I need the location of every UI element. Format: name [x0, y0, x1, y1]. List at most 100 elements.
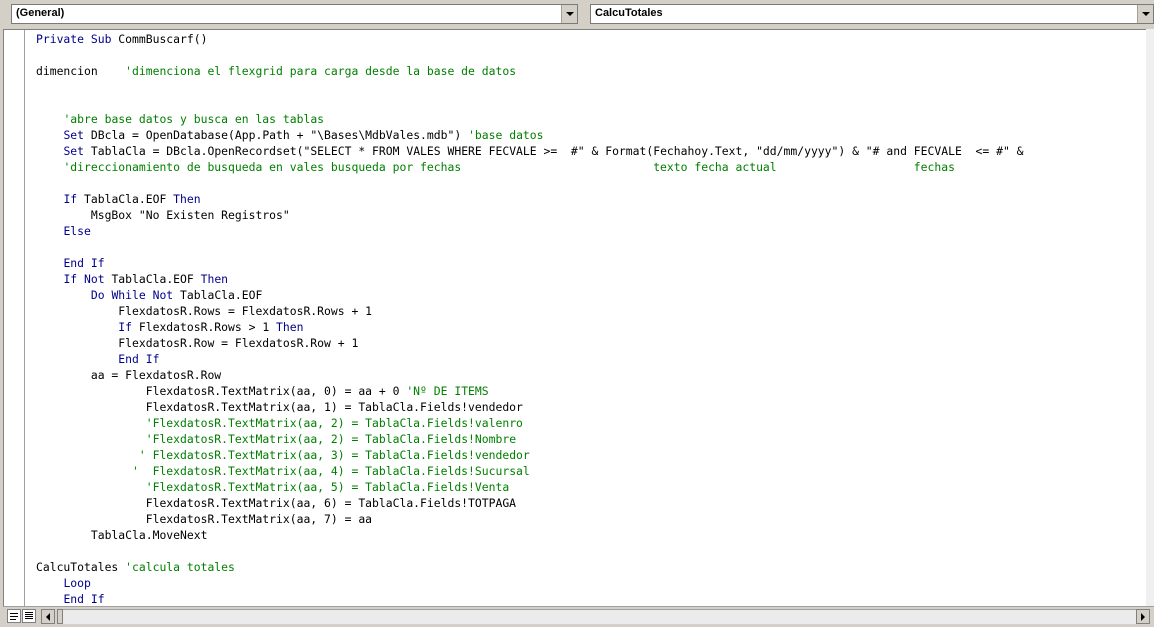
code-keyword: If — [63, 192, 85, 206]
code-comment: 'abre base datos y busca en las tablas — [63, 112, 325, 126]
object-combo[interactable]: (General) — [11, 4, 578, 24]
code-editor[interactable]: Private Sub CommBuscarf() dimencion 'dim… — [3, 29, 1154, 606]
code-line[interactable]: aa = FlexdatosR.Row — [36, 367, 1154, 383]
code-text: TablaCla.MoveNext — [36, 528, 208, 542]
code-keyword: Then — [276, 320, 304, 334]
procedure-combo-value: CalcuTotales — [595, 7, 663, 19]
code-text: FlexdatosR.TextMatrix(aa, 7) = aa — [36, 512, 373, 526]
code-comment: 'FlexdatosR.TextMatrix(aa, 2) = TablaCla… — [145, 416, 523, 430]
code-keyword: End If — [63, 592, 105, 606]
code-line[interactable]: ' FlexdatosR.TextMatrix(aa, 3) = TablaCl… — [36, 447, 1154, 463]
code-line[interactable] — [36, 79, 1154, 95]
code-line[interactable]: FlexdatosR.TextMatrix(aa, 0) = aa + 0 'N… — [36, 383, 1154, 399]
code-line[interactable]: 'FlexdatosR.TextMatrix(aa, 5) = TablaCla… — [36, 479, 1154, 495]
code-comment: 'dimenciona el flexgrid para carga desde… — [125, 64, 517, 78]
code-comment: 'base datos — [468, 128, 544, 142]
code-comment: 'direccionamiento de busqueda en vales b… — [63, 160, 955, 174]
object-combo-value: (General) — [16, 7, 65, 19]
code-line[interactable]: FlexdatosR.Row = FlexdatosR.Row + 1 — [36, 335, 1154, 351]
code-line[interactable]: TablaCla.MoveNext — [36, 527, 1154, 543]
code-comment: ' FlexdatosR.TextMatrix(aa, 4) = TablaCl… — [132, 464, 530, 478]
code-text: TablaCla.EOF — [111, 272, 201, 286]
code-line[interactable]: If Not TablaCla.EOF Then — [36, 271, 1154, 287]
code-line[interactable]: Private Sub CommBuscarf() — [36, 31, 1154, 47]
code-keyword: Then — [173, 192, 201, 206]
code-line[interactable]: CalcuTotales 'calcula totales — [36, 559, 1154, 575]
code-text: TablaCla.EOF — [180, 288, 263, 302]
code-comment: ' FlexdatosR.TextMatrix(aa, 3) = TablaCl… — [138, 448, 530, 462]
procedure-combo[interactable]: CalcuTotales — [590, 4, 1154, 24]
code-line[interactable]: 'FlexdatosR.TextMatrix(aa, 2) = TablaCla… — [36, 431, 1154, 447]
scroll-left-arrow-icon — [46, 612, 50, 621]
code-line[interactable] — [36, 543, 1154, 559]
code-line[interactable]: FlexdatosR.TextMatrix(aa, 1) = TablaCla.… — [36, 399, 1154, 415]
code-line[interactable]: End If — [36, 591, 1154, 606]
code-line[interactable]: FlexdatosR.TextMatrix(aa, 7) = aa — [36, 511, 1154, 527]
code-line[interactable] — [36, 47, 1154, 63]
code-keyword: If — [118, 320, 139, 334]
code-text: FlexdatosR.Rows = FlexdatosR.Rows + 1 — [36, 304, 373, 318]
code-keyword: Private Sub — [36, 32, 119, 46]
code-line[interactable]: If TablaCla.EOF Then — [36, 191, 1154, 207]
code-comment: 'Nº DE ITEMS — [406, 384, 489, 398]
code-line[interactable]: Else — [36, 223, 1154, 239]
vertical-scrollbar[interactable] — [1146, 29, 1154, 606]
scroll-right-arrow-icon — [1141, 612, 1145, 621]
code-line[interactable]: Do While Not TablaCla.EOF — [36, 287, 1154, 303]
code-line[interactable]: Set TablaCla = DBcla.OpenRecordset("SELE… — [36, 143, 1154, 159]
code-keyword: End If — [118, 352, 160, 366]
code-line[interactable]: Loop — [36, 575, 1154, 591]
code-line[interactable]: 'abre base datos y busca en las tablas — [36, 111, 1154, 127]
code-text: MsgBox "No Existen Registros" — [36, 208, 290, 222]
horizontal-scroll-track[interactable] — [63, 609, 1136, 624]
code-text: TablaCla.EOF — [84, 192, 174, 206]
code-keyword: If Not — [63, 272, 112, 286]
code-comment: 'FlexdatosR.TextMatrix(aa, 2) = TablaCla… — [145, 432, 517, 446]
code-line[interactable]: dimencion 'dimenciona el flexgrid para c… — [36, 63, 1154, 79]
code-line[interactable] — [36, 239, 1154, 255]
code-line[interactable]: ' FlexdatosR.TextMatrix(aa, 4) = TablaCl… — [36, 463, 1154, 479]
code-text: FlexdatosR.TextMatrix(aa, 6) = TablaCla.… — [36, 496, 517, 510]
procedure-combo-dropdown-button[interactable] — [1137, 5, 1153, 23]
code-line[interactable]: FlexdatosR.Rows = FlexdatosR.Rows + 1 — [36, 303, 1154, 319]
code-line[interactable]: 'FlexdatosR.TextMatrix(aa, 2) = TablaCla… — [36, 415, 1154, 431]
procedure-view-icon[interactable] — [7, 609, 21, 623]
code-line[interactable]: Set DBcla = OpenDatabase(App.Path + "\Ba… — [36, 127, 1154, 143]
code-line[interactable]: If FlexdatosR.Rows > 1 Then — [36, 319, 1154, 335]
code-line[interactable]: 'direccionamiento de busqueda en vales b… — [36, 159, 1154, 175]
scroll-left-button[interactable] — [41, 609, 55, 624]
code-line[interactable] — [36, 95, 1154, 111]
object-combo-dropdown-button[interactable] — [561, 5, 577, 23]
code-text: FlexdatosR.Rows > 1 — [138, 320, 277, 334]
full-module-view-icon[interactable] — [22, 609, 36, 623]
margin-indicator-bar[interactable] — [4, 30, 25, 606]
code-line[interactable] — [36, 175, 1154, 191]
code-text-area[interactable]: Private Sub CommBuscarf() dimencion 'dim… — [36, 31, 1154, 606]
horizontal-scroll-thumb[interactable] — [57, 609, 63, 624]
code-keyword: Set — [63, 144, 91, 158]
code-keyword: End If — [63, 256, 105, 270]
scroll-right-button[interactable] — [1136, 609, 1150, 624]
code-text: FlexdatosR.TextMatrix(aa, 1) = TablaCla.… — [36, 400, 523, 414]
code-keyword: Then — [200, 272, 229, 286]
code-line[interactable]: FlexdatosR.TextMatrix(aa, 6) = TablaCla.… — [36, 495, 1154, 511]
code-keyword: Else — [63, 224, 91, 238]
code-line[interactable]: MsgBox "No Existen Registros" — [36, 207, 1154, 223]
code-line[interactable]: End If — [36, 351, 1154, 367]
code-line[interactable]: End If — [36, 255, 1154, 271]
code-text: CalcuTotales — [36, 560, 126, 574]
code-text: CommBuscarf() — [118, 32, 208, 46]
